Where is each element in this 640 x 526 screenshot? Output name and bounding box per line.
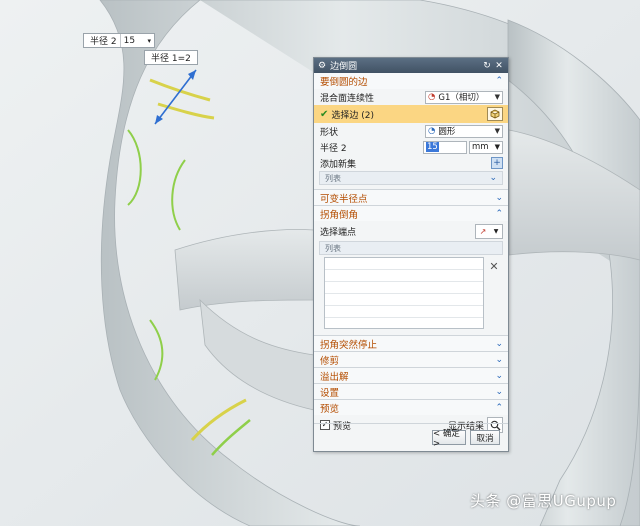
chevron-down-icon: ▼: [494, 93, 500, 101]
chevron-down-icon[interactable]: ⌄: [495, 193, 503, 203]
chevron-up-icon[interactable]: ⌃: [495, 209, 503, 219]
chevron-down-icon: ▼: [494, 143, 500, 151]
circle-shape-icon: ◔: [428, 126, 436, 136]
section-overflow-header[interactable]: 溢出解 ⌄: [314, 367, 508, 383]
radius-input[interactable]: 15: [423, 140, 467, 154]
watermark: 头条 @富思UGupup: [470, 492, 617, 510]
add-set-icon[interactable]: +: [491, 157, 503, 169]
chevron-down-icon[interactable]: ⌄: [495, 371, 503, 381]
corner-list-area: ✕: [324, 257, 503, 329]
delete-icon[interactable]: ✕: [488, 261, 500, 273]
shape-row: 形状 ◔ 圆形 ▼: [314, 123, 508, 139]
list-item[interactable]: [325, 270, 483, 282]
section-corner-header[interactable]: 拐角倒角 ⌃: [314, 205, 508, 221]
radius-tag-label: 半径 1=2: [144, 50, 198, 65]
cancel-button[interactable]: 取消: [470, 430, 500, 445]
list-item[interactable]: [325, 258, 483, 270]
reset-icon[interactable]: ↻: [482, 61, 492, 71]
radius-row: 半径 2 15 mm ▼: [314, 139, 508, 155]
section-corner-stop-header[interactable]: 拐角突然停止 ⌄: [314, 335, 508, 351]
list-item[interactable]: [325, 306, 483, 318]
section-variable-header[interactable]: 可变半径点 ⌄: [314, 189, 508, 205]
chevron-down-icon[interactable]: ⌄: [495, 387, 503, 397]
section-settings-header[interactable]: 设置 ⌄: [314, 383, 508, 399]
checkmark-icon: ✔: [320, 108, 329, 120]
edge-blend-dialog: ⚙ 边倒圆 ↻ ✕ 要倒圆的边 ⌃ 混合面连续性 ◔ G1（相切） ▼ ✔ 选择…: [313, 57, 509, 452]
blend-continuity-select[interactable]: ◔ G1（相切） ▼: [425, 90, 503, 104]
dialog-button-bar: < 确定 > 取消: [314, 423, 508, 451]
shape-label: 形状: [320, 127, 339, 138]
ok-button[interactable]: < 确定 >: [432, 429, 466, 449]
select-edge-row[interactable]: ✔ 选择边 (2): [314, 105, 508, 123]
chevron-up-icon[interactable]: ⌃: [495, 76, 503, 86]
section-preview-header[interactable]: 预览 ⌃: [314, 399, 508, 415]
continuity-icon: ◔: [428, 92, 436, 102]
chevron-down-icon[interactable]: ▾: [147, 37, 151, 45]
select-vertex-label: 选择端点: [320, 227, 357, 238]
corner-list-header[interactable]: 列表: [319, 241, 503, 255]
vertex-pick-button[interactable]: ↗ ▼: [475, 223, 503, 239]
add-set-label: 添加新集: [320, 159, 357, 170]
add-set-row: 添加新集 +: [314, 155, 508, 171]
select-edge-label: 选择边 (2): [331, 110, 375, 121]
radius-label: 半径 2: [320, 143, 347, 154]
radius-float-input[interactable]: 半径 2 15 ▾: [83, 33, 155, 48]
dialog-title: 边倒圆: [330, 62, 358, 72]
radius-float-label: 半径 2: [90, 37, 117, 47]
dialog-titlebar[interactable]: ⚙ 边倒圆 ↻ ✕: [314, 58, 508, 73]
blend-continuity-label: 混合面连续性: [320, 93, 375, 104]
section-trim-header[interactable]: 修剪 ⌄: [314, 351, 508, 367]
chevron-down-icon[interactable]: ⌄: [495, 339, 503, 349]
corner-list-box[interactable]: [324, 257, 484, 329]
close-icon[interactable]: ✕: [494, 61, 504, 71]
list-item[interactable]: [325, 282, 483, 294]
gear-icon[interactable]: ⚙: [318, 61, 326, 71]
shape-select[interactable]: ◔ 圆形 ▼: [425, 124, 503, 138]
chevron-down-icon: ▼: [494, 127, 500, 135]
blend-continuity-row: 混合面连续性 ◔ G1（相切） ▼: [314, 89, 508, 105]
select-vertex-row: 选择端点 ↗ ▼: [314, 221, 508, 241]
edges-list-header[interactable]: 列表 ⌄: [319, 171, 503, 185]
chevron-up-icon[interactable]: ⌃: [495, 403, 503, 413]
radius-float-value[interactable]: 15 ▾: [119, 34, 154, 47]
cube-select-icon[interactable]: [487, 107, 503, 121]
section-edges-header[interactable]: 要倒圆的边 ⌃: [314, 73, 508, 89]
chevron-down-icon: ▼: [493, 227, 499, 235]
point-pick-icon: ↗: [479, 226, 487, 236]
radius-unit-select[interactable]: mm ▼: [469, 140, 503, 154]
list-item[interactable]: [325, 294, 483, 306]
chevron-down-icon[interactable]: ⌄: [495, 355, 503, 365]
chevron-down-icon[interactable]: ⌄: [489, 173, 497, 183]
